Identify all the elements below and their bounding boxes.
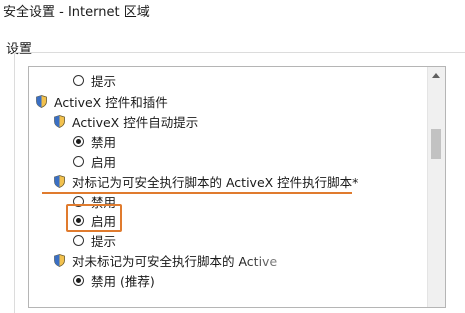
shield-icon xyxy=(54,253,65,267)
annotation-underline xyxy=(42,192,352,194)
option-label: 禁用 (推荐) xyxy=(91,273,155,289)
radio-button[interactable] xyxy=(73,274,84,286)
option-label: 禁用 xyxy=(91,134,117,150)
category-activex: ActiveX 控件和插件 xyxy=(36,91,168,111)
option-row[interactable]: 禁用 xyxy=(73,131,116,151)
setting-auto-prompt: ActiveX 控件自动提示 xyxy=(54,111,198,131)
shield-icon xyxy=(36,94,47,108)
scrollbar-thumb[interactable] xyxy=(431,129,441,159)
window-title: 安全设置 - Internet 区域 xyxy=(3,5,150,20)
radio-button[interactable] xyxy=(73,155,84,167)
setting-label: ActiveX 控件自动提示 xyxy=(72,114,199,130)
option-label: 启用 xyxy=(91,154,117,170)
category-label: ActiveX 控件和插件 xyxy=(54,94,168,110)
watermark-fade xyxy=(240,236,420,296)
vertical-scrollbar[interactable] xyxy=(427,67,445,307)
radio-button[interactable] xyxy=(73,135,84,147)
shield-icon xyxy=(54,174,65,188)
option-label: 提示 xyxy=(91,73,117,89)
option-row[interactable]: 启用 xyxy=(73,151,116,171)
option-label: 提示 xyxy=(91,233,117,249)
annotation-highlight-box xyxy=(66,204,122,232)
option-row[interactable]: 提示 xyxy=(73,70,116,90)
shield-icon xyxy=(54,114,65,128)
option-row[interactable]: 提示 xyxy=(73,230,116,250)
scroll-up-icon[interactable] xyxy=(432,73,440,78)
radio-button[interactable] xyxy=(73,234,84,246)
setting-script-safe-activex: 对标记为可安全执行脚本的 ActiveX 控件执行脚本* xyxy=(54,171,358,191)
radio-button[interactable] xyxy=(73,74,84,86)
setting-label: 对标记为可安全执行脚本的 ActiveX 控件执行脚本* xyxy=(72,174,359,190)
option-row[interactable]: 禁用 (推荐) xyxy=(73,270,155,290)
